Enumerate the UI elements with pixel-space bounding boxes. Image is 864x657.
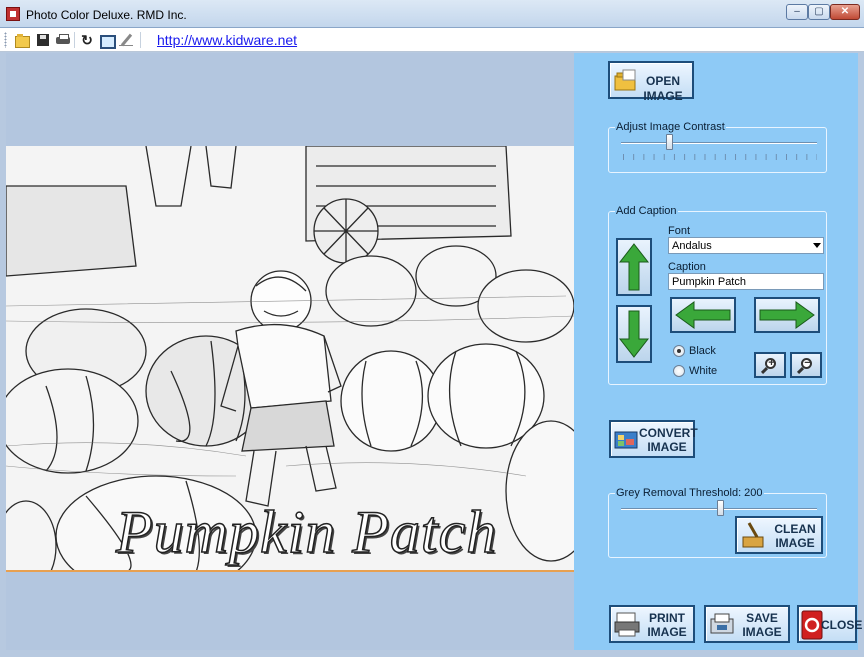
- plus-symbol: +: [768, 357, 775, 369]
- print-icon[interactable]: [55, 32, 71, 48]
- radio-white[interactable]: [673, 365, 685, 377]
- window-title: Photo Color Deluxe. RMD Inc.: [26, 8, 187, 22]
- caption-label: Caption: [668, 261, 706, 273]
- clean-image-label-2: IMAGE: [775, 536, 815, 550]
- down-arrow-icon: [618, 310, 650, 358]
- contrast-slider-ticks: [623, 154, 817, 160]
- caption-overlay-text: Pumpkin Patch: [115, 498, 498, 566]
- save-image-label-2: IMAGE: [742, 625, 782, 639]
- refresh-icon[interactable]: ↻: [79, 32, 95, 48]
- print-image-button[interactable]: PRINT IMAGE: [609, 605, 695, 643]
- toolbar-grip-icon: [4, 32, 7, 48]
- font-dropdown-value: Andalus: [672, 240, 712, 252]
- save-image-label-1: SAVE: [746, 611, 778, 625]
- zoom-out-button[interactable]: −: [790, 352, 822, 378]
- screen-icon[interactable]: [98, 32, 116, 49]
- contrast-slider-track[interactable]: [621, 142, 817, 144]
- caption-group-title: Add Caption: [615, 205, 678, 217]
- radio-black[interactable]: [673, 345, 685, 357]
- move-caption-up-button[interactable]: [616, 238, 652, 296]
- contrast-slider-thumb[interactable]: [666, 134, 674, 150]
- contrast-group-title: Adjust Image Contrast: [615, 121, 726, 133]
- toolbar: ↻ http://www.kidware.net: [0, 28, 864, 52]
- caption-input[interactable]: Pumpkin Patch: [668, 273, 824, 290]
- threshold-group-title: Grey Removal Threshold: 200: [615, 487, 764, 499]
- print-image-label-2: IMAGE: [647, 625, 687, 639]
- power-icon: [801, 610, 823, 640]
- toolbar-separator: [140, 32, 141, 48]
- move-caption-right-button[interactable]: [754, 297, 820, 333]
- broom-icon: [742, 522, 764, 548]
- pen-icon[interactable]: [118, 32, 134, 48]
- chevron-down-icon: [813, 243, 821, 248]
- website-link[interactable]: http://www.kidware.net: [157, 32, 297, 48]
- maximize-button[interactable]: ▢: [808, 4, 830, 20]
- save-icon[interactable]: [35, 32, 51, 48]
- radio-black-label: Black: [689, 345, 716, 357]
- close-label: CLOSE: [821, 618, 863, 632]
- move-caption-left-button[interactable]: [670, 297, 736, 333]
- caption-group: Add Caption Font Andalus Caption Pumpkin…: [608, 205, 827, 385]
- contrast-group: Adjust Image Contrast: [608, 121, 827, 173]
- clean-image-label-1: CLEAN: [774, 522, 816, 536]
- sketch-photo: Pumpkin Patch: [6, 146, 574, 572]
- toolbar-separator: [74, 32, 75, 48]
- up-arrow-icon: [618, 243, 650, 291]
- title-bar: Photo Color Deluxe. RMD Inc. ‒ ▢ ✕: [0, 0, 864, 28]
- convert-image-label-2: IMAGE: [647, 440, 687, 454]
- app-icon: [6, 7, 20, 21]
- font-dropdown[interactable]: Andalus: [668, 237, 824, 254]
- convert-image-button[interactable]: CONVERT IMAGE: [609, 420, 698, 458]
- convert-image-label-1: CONVERT: [639, 426, 698, 440]
- threshold-group: Grey Removal Threshold: 200 CLEAN IMAGE: [608, 487, 827, 558]
- radio-white-label: White: [689, 365, 718, 377]
- open-image-label: OPEN IMAGE: [643, 74, 683, 103]
- minus-symbol: −: [804, 357, 811, 369]
- close-window-button[interactable]: ✕: [830, 4, 860, 20]
- threshold-slider-thumb[interactable]: [717, 500, 725, 516]
- font-label: Font: [668, 225, 691, 237]
- clean-image-button[interactable]: CLEAN IMAGE: [735, 516, 823, 554]
- left-arrow-icon: [675, 301, 731, 329]
- right-arrow-icon: [759, 301, 815, 329]
- close-button[interactable]: CLOSE: [797, 605, 863, 643]
- open-image-button[interactable]: OPEN IMAGE: [608, 61, 694, 103]
- open-folder-icon[interactable]: [14, 32, 30, 48]
- zoom-in-button[interactable]: +: [754, 352, 786, 378]
- move-caption-down-button[interactable]: [616, 305, 652, 363]
- minimize-button[interactable]: ‒: [786, 4, 808, 20]
- save-image-button[interactable]: SAVE IMAGE: [704, 605, 790, 643]
- convert-image-icon: [614, 431, 638, 449]
- print-image-label-1: PRINT: [649, 611, 685, 625]
